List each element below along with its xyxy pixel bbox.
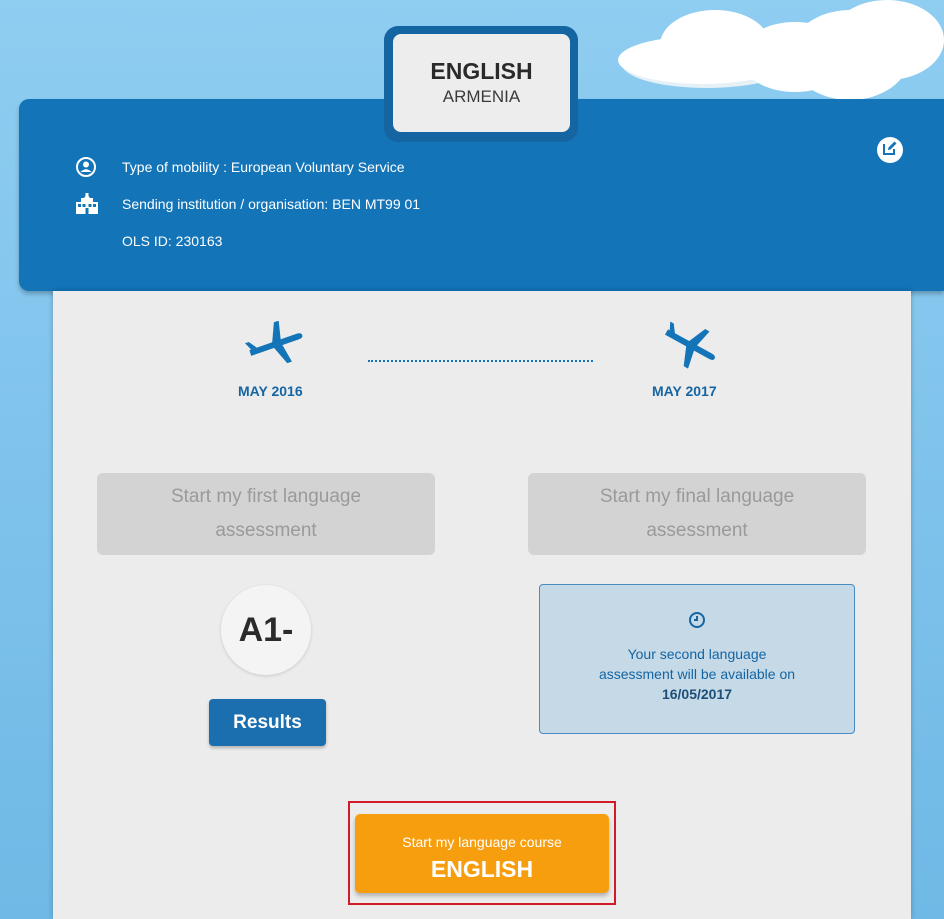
plane-landing-icon <box>658 320 720 375</box>
edit-icon <box>882 140 898 161</box>
badge-language: ENGLISH <box>430 58 533 84</box>
building-icon <box>75 193 101 215</box>
mobility-type-text: Type of mobility : European Voluntary Se… <box>122 159 405 175</box>
edit-button[interactable] <box>877 137 903 163</box>
mobility-type-row: Type of mobility : European Voluntary Se… <box>75 156 404 178</box>
notice-line1: Your second language <box>627 646 767 662</box>
final-assessment-label-line2: assessment <box>646 520 748 541</box>
start-date: MAY 2016 <box>238 383 303 399</box>
notice-line2: assessment will be available on <box>598 666 796 682</box>
first-assessment-label-line1: Start my first language <box>170 486 362 507</box>
start-course-button[interactable]: Start my language course ENGLISH <box>355 814 609 893</box>
sending-institution-text: Sending institution / organisation: BEN … <box>122 196 421 212</box>
language-badge: ENGLISH ARMENIA <box>393 34 570 132</box>
results-button[interactable]: Results <box>209 699 326 746</box>
timeline-dots <box>368 360 593 362</box>
first-assessment-button[interactable]: Start my first language assessment <box>97 473 435 555</box>
clock-icon <box>688 611 706 632</box>
final-assessment-button[interactable]: Start my final language assessment <box>528 473 866 555</box>
end-date: MAY 2017 <box>652 383 717 399</box>
level-badge: A1- <box>221 585 311 675</box>
sending-institution-row: Sending institution / organisation: BEN … <box>75 193 420 215</box>
final-assessment-label-line1: Start my final language <box>599 486 795 507</box>
course-button-subtitle: Start my language course <box>402 834 562 850</box>
badge-country: ARMENIA <box>442 87 521 106</box>
plane-takeoff-icon <box>244 320 306 374</box>
ols-id-row: OLS ID: 230163 <box>75 230 222 252</box>
second-assessment-notice: Your second language assessment will be … <box>539 584 855 734</box>
course-button-language: ENGLISH <box>430 856 534 882</box>
user-circle-icon <box>75 156 101 178</box>
notice-date: 16/05/2017 <box>661 686 733 702</box>
ols-id-text: OLS ID: 230163 <box>122 233 223 249</box>
first-assessment-label-line2: assessment <box>215 520 317 541</box>
